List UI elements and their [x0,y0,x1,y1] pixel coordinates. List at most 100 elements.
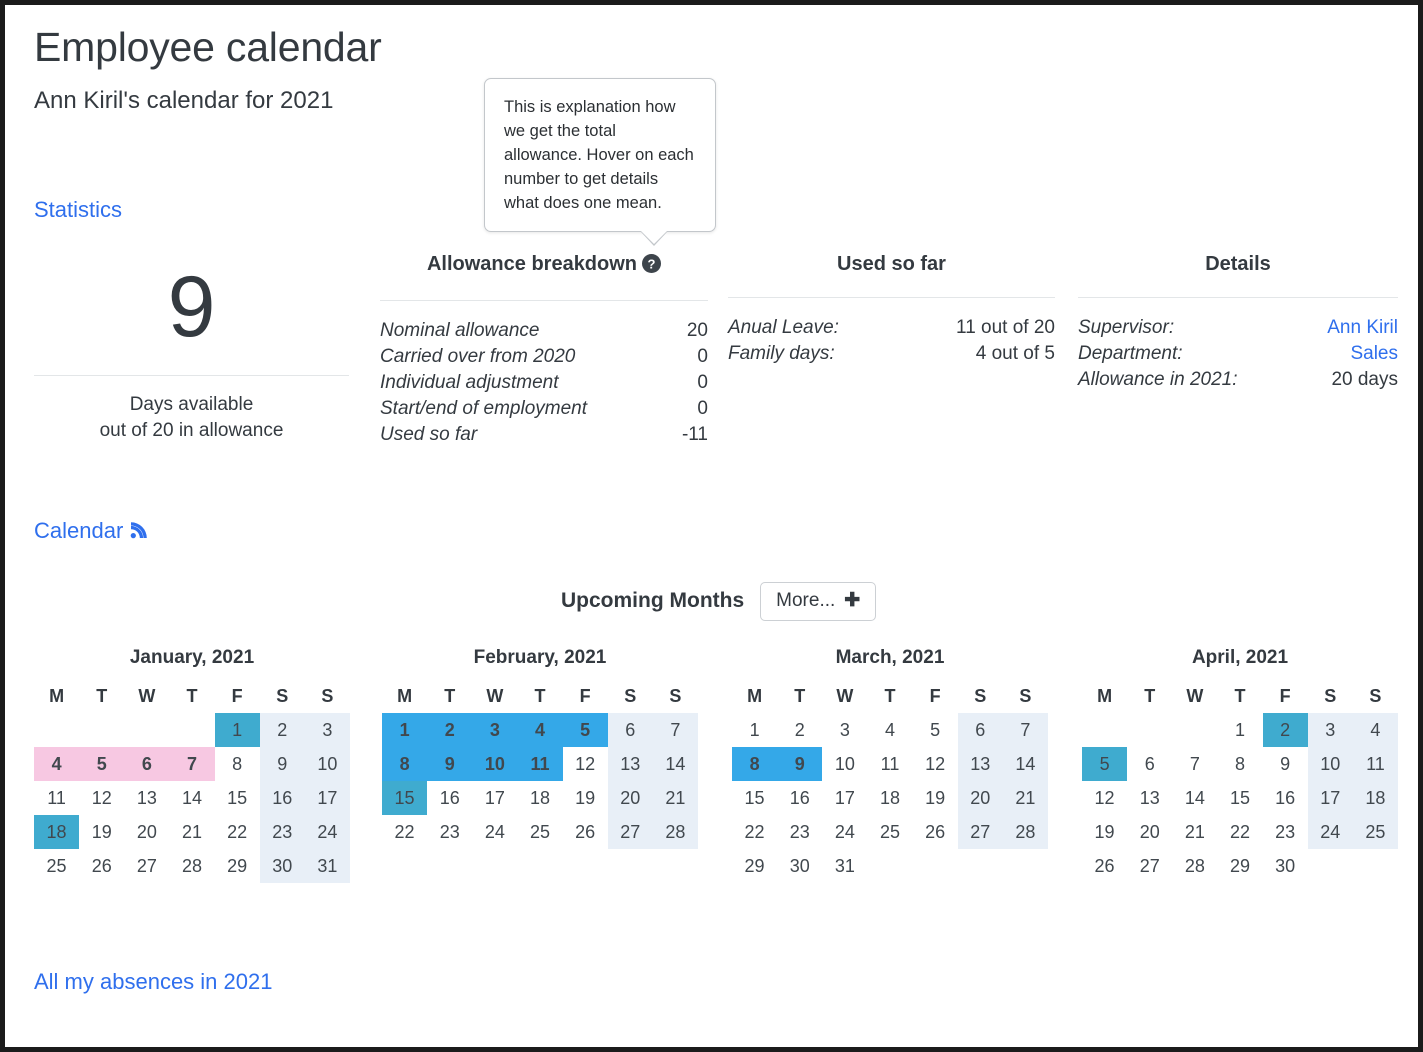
calendar-day-cell[interactable]: 12 [563,747,608,781]
calendar-day-cell[interactable]: 5 [913,713,958,747]
calendar-day-cell[interactable]: 22 [215,815,260,849]
calendar-day-cell[interactable]: 15 [215,781,260,815]
calendar-day-cell[interactable]: 30 [1263,849,1308,883]
calendar-day-cell[interactable]: 19 [563,781,608,815]
more-months-button[interactable]: More... ✚ [760,581,877,621]
calendar-day-cell[interactable]: 5 [79,747,125,781]
calendar-day-cell[interactable]: 2 [1262,713,1308,747]
calendar-day-cell[interactable]: 12 [1082,781,1127,815]
row-value[interactable]: 0 [671,344,708,370]
calendar-day-cell[interactable]: 10 [822,747,867,781]
calendar-day-cell[interactable]: 12 [913,747,958,781]
calendar-day-cell[interactable]: 24 [472,815,517,849]
calendar-day-cell[interactable]: 8 [732,747,778,781]
calendar-day-cell[interactable]: 6 [957,713,1003,747]
calendar-day-cell[interactable]: 23 [1263,815,1308,849]
calendar-day-cell[interactable]: 17 [822,781,867,815]
calendar-day-cell[interactable]: 7 [169,747,215,781]
calendar-day-cell[interactable]: 25 [867,815,912,849]
calendar-day-cell[interactable]: 13 [124,781,169,815]
calendar-day-cell[interactable]: 20 [957,781,1003,815]
calendar-day-cell[interactable]: 31 [822,849,867,883]
calendar-day-cell[interactable]: 21 [652,781,698,815]
calendar-day-cell[interactable]: 16 [259,781,305,815]
rss-feed-icon[interactable] [129,519,149,547]
calendar-day-cell[interactable]: 25 [34,849,79,883]
calendar-day-cell[interactable]: 22 [732,815,777,849]
calendar-day-cell[interactable]: 12 [79,781,124,815]
calendar-day-cell[interactable]: 3 [822,713,867,747]
calendar-day-cell[interactable]: 8 [215,747,260,781]
calendar-day-cell[interactable]: 21 [169,815,214,849]
calendar-day-cell[interactable]: 28 [652,815,698,849]
calendar-day-cell[interactable]: 11 [34,781,79,815]
calendar-day-cell[interactable]: 8 [1217,747,1262,781]
calendar-day-cell[interactable]: 11 [517,747,563,781]
help-circle-icon[interactable]: ? [642,254,662,280]
calendar-day-cell[interactable]: 8 [382,747,428,781]
calendar-day-cell[interactable]: 27 [1127,849,1172,883]
calendar-day-cell[interactable]: 9 [427,747,473,781]
calendar-day-cell[interactable]: 2 [777,713,822,747]
calendar-day-cell[interactable]: 24 [1307,815,1353,849]
calendar-day-cell[interactable]: 18 [517,781,562,815]
all-absences-link[interactable]: All my absences in 2021 [34,968,272,996]
calendar-day-cell[interactable]: 28 [1172,849,1217,883]
calendar-day-cell[interactable]: 26 [1082,849,1127,883]
calendar-day-cell[interactable]: 29 [215,849,260,883]
row-value[interactable]: 20 [671,318,708,344]
calendar-day-cell[interactable]: 19 [1082,815,1127,849]
calendar-day-cell[interactable]: 3 [1307,713,1353,747]
calendar-day-cell[interactable]: 31 [304,849,350,883]
calendar-section-link[interactable]: Calendar [34,517,149,547]
calendar-day-cell[interactable]: 14 [1002,747,1048,781]
row-value[interactable]: 0 [671,370,708,396]
calendar-day-cell[interactable]: 25 [1352,815,1398,849]
row-value[interactable]: 0 [671,396,708,422]
calendar-day-cell[interactable]: 4 [34,747,80,781]
calendar-day-cell[interactable]: 13 [607,747,653,781]
calendar-day-cell[interactable]: 15 [382,781,428,815]
calendar-day-cell[interactable]: 9 [777,747,823,781]
calendar-day-cell[interactable]: 30 [259,849,305,883]
calendar-day-cell[interactable]: 23 [777,815,822,849]
calendar-day-cell[interactable]: 23 [259,815,305,849]
calendar-day-cell[interactable]: 14 [1172,781,1217,815]
calendar-day-cell[interactable]: 10 [472,747,518,781]
calendar-day-cell[interactable]: 6 [1127,747,1172,781]
calendar-day-cell[interactable]: 4 [867,713,912,747]
calendar-day-cell[interactable]: 3 [472,713,518,747]
calendar-day-cell[interactable]: 1 [732,713,777,747]
calendar-day-cell[interactable]: 10 [304,747,350,781]
calendar-day-cell[interactable]: 18 [34,815,80,849]
calendar-day-cell[interactable]: 17 [1307,781,1353,815]
calendar-day-cell[interactable]: 15 [1217,781,1262,815]
calendar-day-cell[interactable]: 1 [382,713,428,747]
calendar-day-cell[interactable]: 19 [79,815,124,849]
calendar-day-cell[interactable]: 20 [124,815,169,849]
calendar-day-cell[interactable]: 26 [79,849,124,883]
calendar-day-cell[interactable]: 20 [1127,815,1172,849]
calendar-day-cell[interactable]: 2 [259,713,305,747]
calendar-day-cell[interactable]: 1 [214,713,260,747]
calendar-day-cell[interactable]: 6 [124,747,170,781]
calendar-day-cell[interactable]: 18 [1352,781,1398,815]
calendar-day-cell[interactable]: 14 [652,747,698,781]
calendar-day-cell[interactable]: 26 [913,815,958,849]
calendar-day-cell[interactable]: 21 [1172,815,1217,849]
calendar-day-cell[interactable]: 7 [1172,747,1217,781]
calendar-day-cell[interactable]: 17 [304,781,350,815]
calendar-day-cell[interactable]: 27 [607,815,653,849]
calendar-day-cell[interactable]: 22 [1217,815,1262,849]
calendar-day-cell[interactable]: 26 [563,815,608,849]
calendar-day-cell[interactable]: 2 [427,713,473,747]
calendar-day-cell[interactable]: 21 [1002,781,1048,815]
calendar-day-cell[interactable]: 24 [304,815,350,849]
row-value[interactable]: -11 [671,422,708,448]
calendar-day-cell[interactable]: 16 [1263,781,1308,815]
calendar-day-cell[interactable]: 6 [607,713,653,747]
calendar-day-cell[interactable]: 30 [777,849,822,883]
calendar-day-cell[interactable]: 24 [822,815,867,849]
calendar-day-cell[interactable]: 14 [169,781,214,815]
calendar-day-cell[interactable]: 18 [867,781,912,815]
